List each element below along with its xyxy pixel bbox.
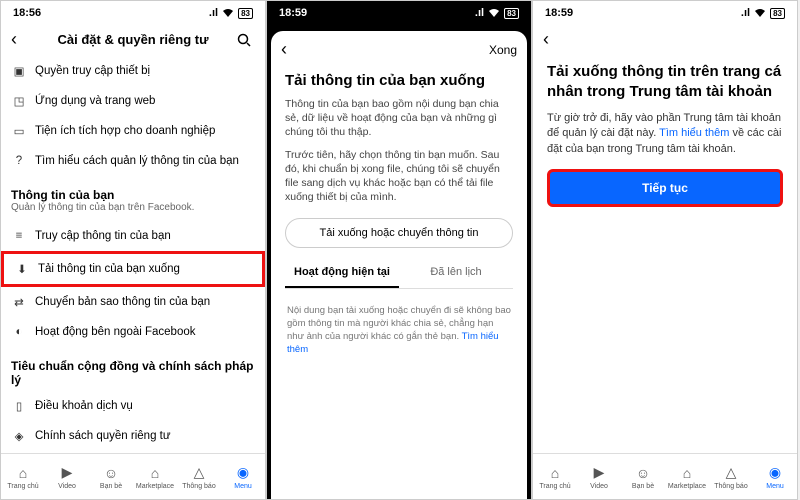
status-right: .ıl 83 [209,7,253,19]
nav-friends[interactable]: ☺Bạn bè [621,454,665,499]
shield-icon: ◈ [11,428,27,444]
section-title: Tiêu chuẩn cộng đồng và chính sách pháp … [11,359,255,387]
home-icon: ⌂ [14,464,32,482]
status-right: .ıl 83 [475,7,519,19]
section-community-legal: Tiêu chuẩn cộng đồng và chính sách pháp … [1,347,265,391]
nav-marketplace[interactable]: ⌂Marketplace [665,454,709,499]
battery-icon: 83 [238,8,253,19]
row-off-facebook-activity[interactable]: ◐Hoạt động bên ngoài Facebook [1,317,265,347]
briefcase-icon: ▭ [11,123,27,139]
battery-icon: 83 [770,8,785,19]
bell-icon: △ [722,464,740,482]
section-your-info: Thông tin của bạn Quản lý thông tin của … [1,176,265,221]
status-bar: 18:59 .ıl 83 [267,1,531,23]
back-icon[interactable]: ‹ [281,39,287,60]
done-button[interactable]: Xong [489,43,517,57]
screen-accounts-center: 18:59 .ıl 83 ‹ Tải xuống thông tin trên … [532,0,798,500]
header: ‹ Cài đặt & quyền riêng tư [1,23,265,56]
page-title: Cài đặt & quyền riêng tư [37,32,229,47]
nav-menu[interactable]: ◉Menu [221,454,265,499]
shop-icon: ⌂ [146,464,164,482]
row-privacy-policy[interactable]: ◈Chính sách quyền riêng tư [1,421,265,451]
sheet-heading: Tải thông tin của bạn xuống [285,72,513,89]
status-time: 18:59 [279,7,307,19]
screen-download-sheet: 18:59 .ıl 83 ‹ Xong Tải thông tin của bạ… [266,0,532,500]
menu-avatar-icon: ◉ [234,464,252,482]
body: Tải xuống thông tin trên trang cá nhân t… [533,56,797,453]
shop-icon: ⌂ [678,464,696,482]
download-or-transfer-button[interactable]: Tải xuống hoặc chuyển thông tin [285,218,513,248]
learn-more-link[interactable]: Tìm hiểu thêm [659,127,729,139]
nav-notifications[interactable]: △Thông báo [709,454,753,499]
tab-current-activity[interactable]: Hoạt động hiện tại [285,258,399,288]
nav-home[interactable]: ⌂Trang chủ [1,454,45,499]
nav-marketplace[interactable]: ⌂Marketplace [133,454,177,499]
sheet-body: Tải thông tin của bạn xuống Thông tin củ… [271,68,527,499]
nav-friends[interactable]: ☺Bạn bè [89,454,133,499]
screen-settings: 18:56 .ıl 83 ‹ Cài đặt & quyền riêng tư … [0,0,266,500]
row-transfer-copy[interactable]: ⇄Chuyển bản sao thông tin của bạn [1,287,265,317]
search-icon[interactable] [237,33,255,47]
info-note: Nội dung bạn tải xuống hoặc chuyển đi sẽ… [285,299,513,362]
wifi-icon [222,8,234,18]
video-icon: ▶ [58,464,76,482]
battery-icon: 83 [504,8,519,19]
page-heading: Tải xuống thông tin trên trang cá nhân t… [547,62,783,101]
row-business-integrations[interactable]: ▭Tiện ích tích hợp cho doanh nghiệp [1,116,265,146]
bell-icon: △ [190,464,208,482]
continue-button[interactable]: Tiếp tục [547,169,783,207]
download-icon: ⬇ [14,261,30,277]
description: Từ giờ trở đi, hãy vào phần Trung tâm tà… [547,111,783,157]
status-bar: 18:59 .ıl 83 [533,1,797,23]
settings-list[interactable]: ▣Quyền truy cập thiết bị ◳Ứng dụng và tr… [1,56,265,453]
sheet-header: ‹ Xong [271,31,527,68]
status-time: 18:59 [545,7,573,19]
tab-scheduled[interactable]: Đã lên lịch [399,258,513,288]
status-right: .ıl 83 [741,7,785,19]
nav-home[interactable]: ⌂Trang chủ [533,454,577,499]
bottom-nav: ⌂Trang chủ ▶Video ☺Bạn bè ⌂Marketplace △… [533,453,797,499]
row-device-permissions[interactable]: ▣Quyền truy cập thiết bị [1,56,265,86]
section-title: Thông tin của bạn [11,188,255,202]
wifi-icon [754,8,766,18]
nav-video[interactable]: ▶Video [45,454,89,499]
question-icon: ? [11,153,27,169]
signal-icon: .ıl [475,7,484,19]
nav-notifications[interactable]: △Thông báo [177,454,221,499]
bottom-nav: ⌂Trang chủ ▶Video ☺Bạn bè ⌂Marketplace △… [1,453,265,499]
header: ‹ [533,23,797,56]
home-icon: ⌂ [546,464,564,482]
signal-icon: .ıl [741,7,750,19]
row-download-info[interactable]: ⬇Tải thông tin của bạn xuống [1,251,265,287]
modal-sheet: ‹ Xong Tải thông tin của bạn xuống Thông… [271,31,527,499]
row-access-info[interactable]: ≡Truy cập thông tin của bạn [1,221,265,251]
back-icon[interactable]: ‹ [11,29,29,50]
row-terms[interactable]: ▯Điều khoản dịch vụ [1,391,265,421]
divider [285,288,513,289]
menu-avatar-icon: ◉ [766,464,784,482]
signal-icon: .ıl [209,7,218,19]
activity-icon: ◐ [11,324,27,340]
nav-video[interactable]: ▶Video [577,454,621,499]
sheet-paragraph-1: Thông tin của bạn bao gồm nội dung bạn c… [285,97,513,140]
section-subtitle: Quản lý thông tin của bạn trên Facebook. [11,202,255,213]
friends-icon: ☺ [102,464,120,482]
nav-menu[interactable]: ◉Menu [753,454,797,499]
back-icon[interactable]: ‹ [543,29,549,50]
list-icon: ≡ [11,228,27,244]
status-bar: 18:56 .ıl 83 [1,1,265,23]
tabs: Hoạt động hiện tại Đã lên lịch [285,258,513,288]
apps-icon: ◳ [11,93,27,109]
sheet-paragraph-2: Trước tiên, hãy chọn thông tin bạn muốn.… [285,148,513,205]
wifi-icon [488,8,500,18]
row-learn-manage-info[interactable]: ?Tìm hiểu cách quản lý thông tin của bạn [1,146,265,176]
device-icon: ▣ [11,63,27,79]
doc-icon: ▯ [11,398,27,414]
friends-icon: ☺ [634,464,652,482]
row-apps-websites[interactable]: ◳Ứng dụng và trang web [1,86,265,116]
transfer-icon: ⇄ [11,294,27,310]
status-time: 18:56 [13,7,41,19]
video-icon: ▶ [590,464,608,482]
